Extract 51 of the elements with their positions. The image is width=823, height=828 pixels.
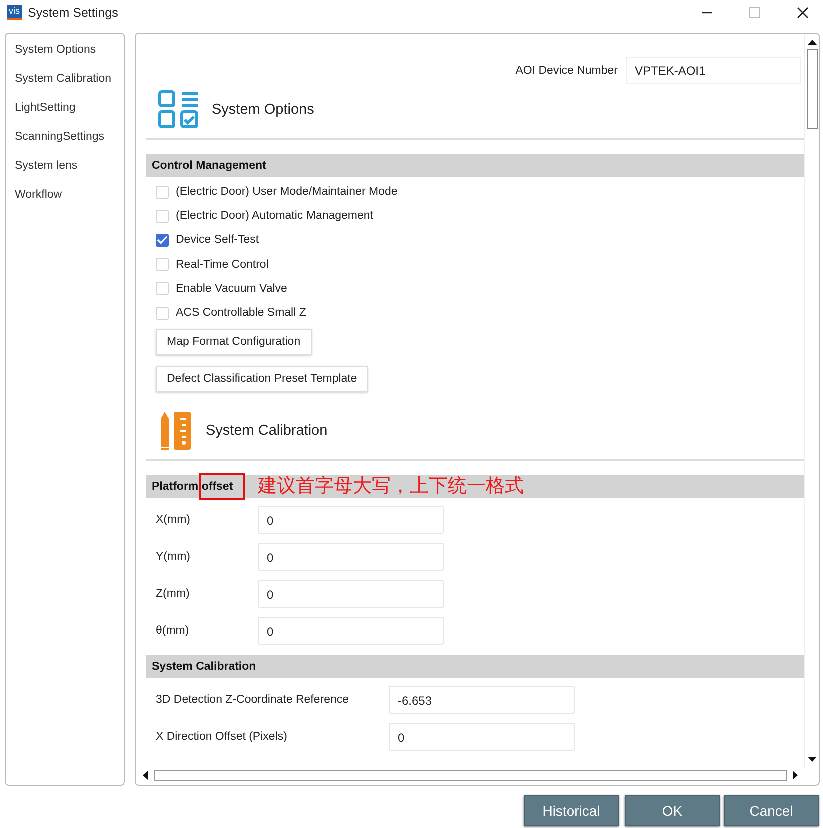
field-label: X Direction Offset (Pixels) [156, 730, 288, 743]
device-number-label: AOI Device Number [516, 64, 618, 76]
scroll-left-icon[interactable] [142, 771, 148, 780]
sidebar-item[interactable]: System Calibration [15, 67, 112, 91]
options-checklist-icon [158, 90, 200, 130]
window-title: System Settings [28, 6, 118, 20]
number-field[interactable]: 0 [258, 616, 444, 645]
scroll-down-icon[interactable] [808, 757, 816, 763]
checkbox-label: ACS Controllable Small Z [176, 307, 306, 320]
sidebar-item[interactable]: Workflow [15, 183, 62, 207]
dialog-button[interactable]: Cancel [724, 795, 819, 826]
checkbox-label: Real-Time Control [176, 258, 269, 271]
section-title: System Calibration [206, 423, 328, 440]
group-header: Control Management [146, 154, 804, 177]
device-number-field[interactable]: VPTEK-AOI1 [626, 57, 801, 84]
field-label: X(mm) [156, 514, 192, 526]
checkbox-label: Device Self-Test [176, 234, 260, 246]
number-field[interactable]: 0 [258, 580, 444, 608]
checkbox[interactable] [156, 234, 169, 247]
annotation-note: 建议首字母大写，上下统一格式 [258, 474, 524, 500]
sidebar-item[interactable]: System lens [15, 154, 78, 178]
sidebar-item[interactable]: LightSetting [15, 96, 76, 120]
field-label: 3D Detection Z-Coordinate Reference [156, 694, 350, 706]
scroll-up-icon[interactable] [808, 39, 816, 45]
dialog-button[interactable]: Historical [524, 795, 619, 826]
number-field[interactable]: 0 [258, 506, 444, 534]
scrollbar-thumb[interactable] [806, 49, 818, 129]
field-label: Z(mm) [156, 588, 191, 600]
number-field[interactable]: 0 [389, 722, 575, 751]
field-label: Y(mm) [156, 550, 192, 563]
vertical-scrollbar[interactable] [804, 34, 819, 768]
sidebar-item[interactable]: System Options [15, 38, 96, 62]
app-logo-icon: vis [7, 5, 22, 20]
checkbox-label: Enable Vacuum Valve [176, 282, 288, 295]
checkbox-label: (Electric Door) User Mode/Maintainer Mode [176, 186, 398, 198]
scroll-right-icon[interactable] [793, 771, 799, 780]
group-header: Platform offset 建议首字母大写，上下统一格式 [146, 475, 804, 498]
ruler-pencil-icon [158, 411, 194, 452]
sidebar-item[interactable]: ScanningSettings [15, 125, 105, 149]
maximize-icon[interactable] [749, 6, 761, 18]
number-field[interactable]: 0 [258, 542, 444, 571]
annotation-box [199, 473, 245, 500]
config-button[interactable]: Map Format Configuration [156, 329, 312, 356]
close-icon[interactable] [797, 6, 809, 18]
number-field[interactable]: -6.653 [389, 686, 575, 714]
field-label: θ(mm) [156, 624, 190, 637]
group-header: System Calibration [146, 655, 804, 678]
config-button[interactable]: Defect Classification Preset Template [156, 366, 368, 392]
section-title: System Options [212, 102, 314, 118]
dialog-button[interactable]: OK [625, 795, 720, 826]
checkbox-label: (Electric Door) Automatic Management [176, 210, 374, 222]
